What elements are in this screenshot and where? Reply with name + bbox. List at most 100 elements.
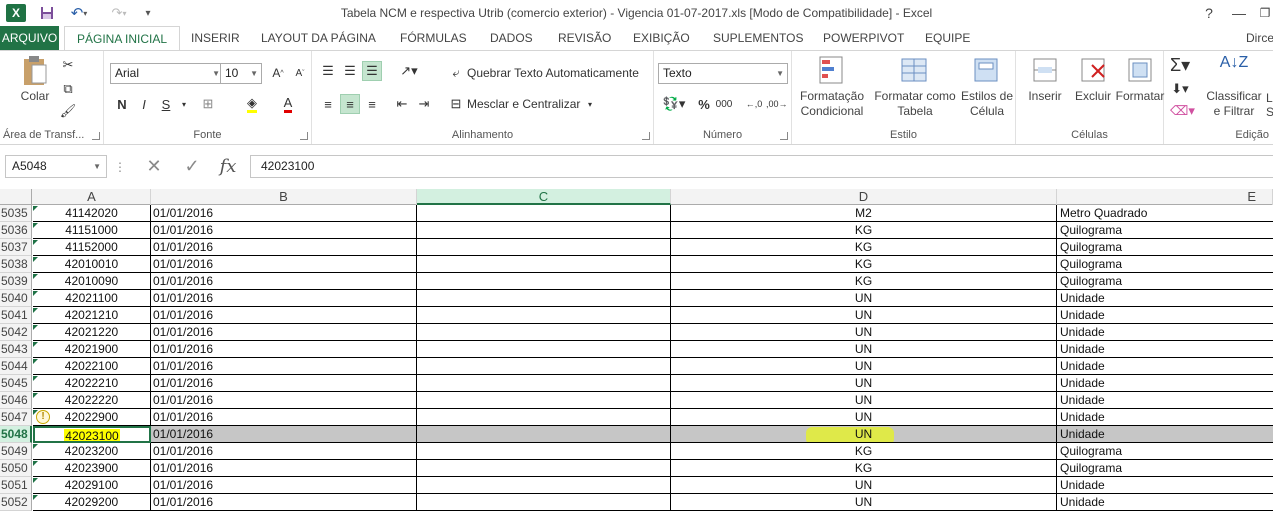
cell-a[interactable]: 42022100 (33, 358, 151, 375)
cell-e[interactable]: Unidade (1057, 358, 1273, 375)
cut-icon[interactable]: ✂ (58, 55, 78, 75)
cell-b[interactable]: 01/01/2016 (151, 273, 417, 290)
paste-button[interactable]: Colar (14, 55, 56, 104)
cell-a[interactable]: 42022220 (33, 392, 151, 409)
cell-d[interactable]: UN (671, 494, 1057, 511)
cell-e[interactable]: Quilograma (1057, 239, 1273, 256)
cell-e[interactable]: Unidade (1057, 307, 1273, 324)
cell-d[interactable]: UN (671, 290, 1057, 307)
cell-d[interactable]: UN (671, 426, 1057, 443)
tab-pagina-inicial[interactable]: PÁGINA INICIAL (64, 26, 181, 51)
cell-c[interactable] (417, 273, 671, 290)
cell-c[interactable] (417, 477, 671, 494)
cell-a[interactable]: 42029100 (33, 477, 151, 494)
column-header-a[interactable]: A (33, 189, 151, 205)
accounting-format-icon[interactable]: 💱▾ (658, 94, 690, 114)
row-header[interactable]: 5048 (0, 426, 32, 443)
cell-a[interactable]: 42023900 (33, 460, 151, 477)
cell-b[interactable]: 01/01/2016 (151, 341, 417, 358)
font-launcher-icon[interactable] (300, 132, 308, 140)
comma-style-button[interactable]: 000 (714, 94, 734, 114)
grow-font-icon[interactable]: A ^ (268, 63, 288, 83)
cell-b[interactable]: 01/01/2016 (151, 256, 417, 273)
cell-d[interactable]: KG (671, 460, 1057, 477)
tab-suplementos[interactable]: SUPLEMENTOS (713, 26, 803, 50)
row-header[interactable]: 5050 (0, 460, 32, 477)
row-header[interactable]: 5046 (0, 392, 32, 409)
cell-a[interactable]: 42021210 (33, 307, 151, 324)
alignment-launcher-icon[interactable] (642, 132, 650, 140)
align-center-icon[interactable]: ≡ (340, 94, 360, 114)
cell-b[interactable]: 01/01/2016 (151, 460, 417, 477)
underline-button[interactable]: S (156, 94, 176, 114)
decrease-decimal-icon[interactable]: ,00→ (766, 94, 788, 114)
row-header[interactable]: 5045 (0, 375, 32, 392)
cell-a[interactable]: 42021100 (33, 290, 151, 307)
cancel-icon[interactable]: ✕ (140, 155, 168, 178)
row-header[interactable]: 5042 (0, 324, 32, 341)
cell-d[interactable]: UN (671, 375, 1057, 392)
font-name-select[interactable]: Arial ▼ (110, 63, 224, 84)
restore-button[interactable]: ❐ (1252, 2, 1273, 24)
align-middle-icon[interactable]: ☰ (340, 61, 360, 81)
cell-a[interactable]: 42022210 (33, 375, 151, 392)
align-left-icon[interactable]: ≡ (318, 94, 338, 114)
wrap-text-button[interactable]: Quebrar Texto Automaticamente (467, 66, 639, 80)
cell-b[interactable]: 01/01/2016 (151, 409, 417, 426)
cell-c[interactable] (417, 426, 671, 443)
row-header[interactable]: 5039 (0, 273, 32, 290)
row-header[interactable]: 5040 (0, 290, 32, 307)
number-format-select[interactable]: Texto ▼ (658, 63, 788, 84)
increase-indent-icon[interactable]: ⇥ (414, 94, 434, 114)
borders-icon[interactable]: ⊞ (198, 94, 218, 114)
cell-d[interactable]: KG (671, 222, 1057, 239)
cell-e[interactable]: Metro Quadrado (1057, 205, 1273, 222)
cell-d[interactable]: M2 (671, 205, 1057, 222)
cell-b[interactable]: 01/01/2016 (151, 290, 417, 307)
cell-b[interactable]: 01/01/2016 (151, 358, 417, 375)
row-header[interactable]: 5052 (0, 494, 32, 511)
cell-d[interactable]: UN (671, 341, 1057, 358)
tab-formulas[interactable]: FÓRMULAS (400, 26, 467, 50)
row-header[interactable]: 5047 (0, 409, 32, 426)
cell-e[interactable]: Quilograma (1057, 460, 1273, 477)
merge-center-icon[interactable]: ⊟ (446, 94, 466, 114)
cell-d[interactable]: KG (671, 239, 1057, 256)
cell-e[interactable]: Quilograma (1057, 443, 1273, 460)
row-header[interactable]: 5051 (0, 477, 32, 494)
cell-a[interactable]: 42021220 (33, 324, 151, 341)
column-header-e[interactable]: E (1057, 189, 1273, 205)
formula-input[interactable]: 42023100 (250, 155, 1273, 178)
cell-e[interactable]: Quilograma (1057, 222, 1273, 239)
cell-b[interactable]: 01/01/2016 (151, 307, 417, 324)
cell-a[interactable]: 42029200 (33, 494, 151, 511)
delete-cells-button[interactable]: Excluir (1068, 55, 1118, 104)
merge-center-button[interactable]: Mesclar e Centralizar (467, 97, 580, 111)
cell-a[interactable]: 41152000 (33, 239, 151, 256)
cell-c[interactable] (417, 222, 671, 239)
cell-c[interactable] (417, 341, 671, 358)
cell-b[interactable]: 01/01/2016 (151, 392, 417, 409)
cell-d[interactable]: KG (671, 273, 1057, 290)
cell-c[interactable] (417, 494, 671, 511)
cell-a[interactable]: 41142020 (33, 205, 151, 222)
clipboard-launcher-icon[interactable] (92, 132, 100, 140)
merge-dropdown-icon[interactable]: ▾ (580, 94, 600, 114)
insert-function-icon[interactable]: fx (212, 155, 244, 178)
italic-button[interactable]: I (134, 94, 154, 114)
fill-icon[interactable]: ⬇▾ (1170, 79, 1190, 99)
cell-e[interactable]: Quilograma (1057, 273, 1273, 290)
tab-exibicao[interactable]: EXIBIÇÃO (633, 26, 690, 50)
cell-e[interactable]: Unidade (1057, 409, 1273, 426)
font-size-select[interactable]: 10 ▼ (220, 63, 262, 84)
sort-filter-button[interactable]: A↓Z Classificar e Filtrar (1204, 55, 1264, 119)
name-box[interactable]: A5048 ▼ (5, 155, 107, 178)
cell-b[interactable]: 01/01/2016 (151, 375, 417, 392)
format-cells-button[interactable]: Formatar (1114, 55, 1166, 104)
cell-c[interactable] (417, 256, 671, 273)
tab-layout-da-pagina[interactable]: LAYOUT DA PÁGINA (261, 26, 376, 50)
cell-c[interactable] (417, 409, 671, 426)
cell-e[interactable]: Quilograma (1057, 256, 1273, 273)
cell-d[interactable]: UN (671, 307, 1057, 324)
row-header[interactable]: 5043 (0, 341, 32, 358)
